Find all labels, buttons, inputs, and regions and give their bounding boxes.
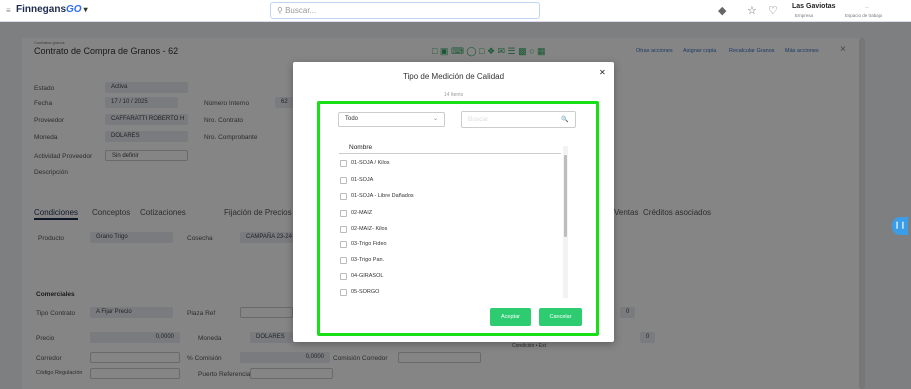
list-item-label: 02-MAIZ: [351, 210, 373, 216]
checkbox[interactable]: [340, 289, 347, 296]
column-header-nombre[interactable]: Nombre: [349, 144, 372, 151]
quality-measurement-dialog: Tipo de Medición de Calidad ✕ 14 ítems T…: [293, 62, 614, 342]
checkbox[interactable]: [340, 193, 347, 200]
chevron-down-icon: ⌄: [432, 116, 438, 122]
user-role: —: [865, 4, 869, 9]
page-scrollbar[interactable]: [859, 38, 865, 389]
list-item-label: 02-MAIZ- Kilos: [351, 226, 388, 232]
checkbox[interactable]: [340, 273, 347, 280]
cancel-button[interactable]: Cancelar: [539, 308, 582, 326]
dialog-search-input[interactable]: Buscar: [461, 111, 576, 128]
search-icon: ⚲: [277, 6, 283, 15]
top-bar: ≡ FinnegansGO ▾ ⚲ Buscar... ◆ ☆ ♡ Las Gav…: [0, 0, 911, 22]
checkbox[interactable]: [340, 210, 347, 217]
list-item-label: 03-Trigo Fideo: [351, 241, 387, 247]
nodes-icon[interactable]: ◆: [718, 4, 726, 17]
list-item-label: 03-Trigo Pan.: [351, 257, 385, 263]
global-search-input[interactable]: ⚲ Buscar...: [270, 2, 540, 19]
header-divider: [339, 153, 561, 154]
checkbox[interactable]: [340, 241, 347, 248]
list-item-label: 05-SORGO: [351, 289, 380, 295]
dialog-search-placeholder: Buscar: [468, 116, 489, 123]
company-label: Empresa: [795, 13, 814, 18]
chevron-down-icon: ▾: [83, 5, 88, 14]
bell-icon[interactable]: ♡: [768, 4, 778, 17]
brand-go: GO: [66, 4, 82, 15]
accept-button[interactable]: Aceptar: [490, 308, 531, 326]
checkbox[interactable]: [340, 257, 347, 264]
list-item-label: 01-SOJA: [351, 177, 374, 183]
filter-select[interactable]: Todo ⌄: [338, 112, 445, 127]
dialog-title: Tipo de Medición de Calidad: [402, 72, 505, 81]
close-icon[interactable]: ✕: [599, 68, 606, 77]
item-count: 14 ítems: [443, 92, 464, 98]
checkbox[interactable]: [340, 226, 347, 233]
workspace-label[interactable]: Espacio de trabajo: [845, 13, 882, 18]
star-icon[interactable]: ☆: [747, 4, 757, 17]
checkbox[interactable]: [340, 177, 347, 184]
filter-select-value: Todo: [345, 116, 359, 122]
search-placeholder: Buscar...: [285, 6, 317, 15]
brand-logo[interactable]: FinnegansGO ▾: [16, 4, 88, 15]
highlight-frame: [317, 101, 599, 336]
hamburger-menu-icon[interactable]: ≡: [6, 6, 11, 15]
list-scrollbar-thumb[interactable]: [564, 155, 567, 237]
search-icon[interactable]: 🔍: [561, 116, 568, 123]
brand-name: Finnegans: [16, 4, 67, 15]
list-item-label: 04-GIRASOL: [351, 273, 384, 279]
help-tab-icon[interactable]: ❙❙: [892, 217, 908, 235]
list-item-label: 01-SOJA / Kilos: [351, 160, 390, 166]
company-name[interactable]: Las Gaviotas: [792, 3, 836, 10]
checkbox[interactable]: [340, 160, 347, 167]
list-item-label: 01-SOJA - Libre Dañados: [351, 193, 414, 199]
